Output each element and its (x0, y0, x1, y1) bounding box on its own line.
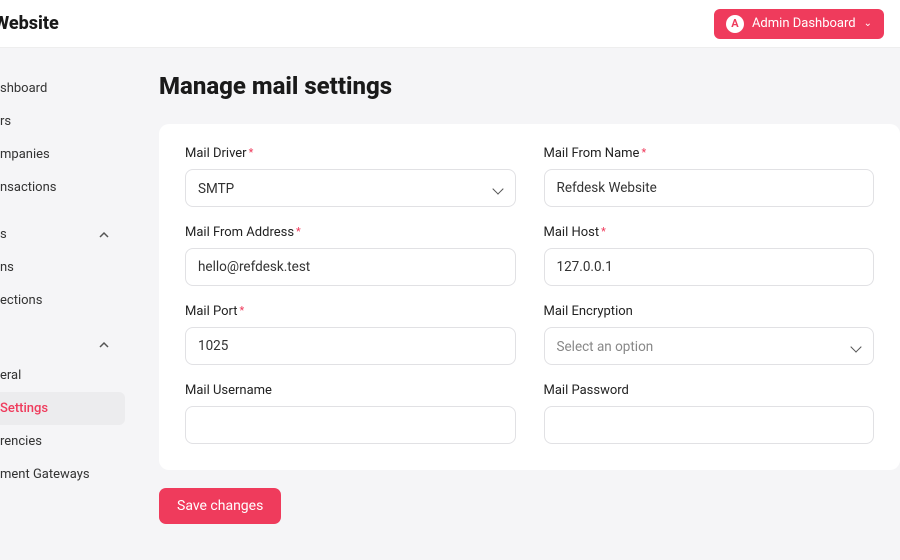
sidebar-item-plans[interactable]: ns (0, 251, 125, 284)
input-mail-from-address[interactable] (185, 248, 516, 286)
field-mail-host: Mail Host (544, 225, 875, 286)
chevron-down-icon: ⌄ (864, 18, 872, 29)
label-mail-host: Mail Host (544, 225, 875, 240)
field-mail-encryption: Mail Encryption Select an option (544, 304, 875, 365)
input-mail-username[interactable] (185, 406, 516, 444)
label-mail-password: Mail Password (544, 383, 875, 398)
field-mail-from-name: Mail From Name (544, 146, 875, 207)
chevron-up-icon (99, 230, 109, 240)
admin-dashboard-menu[interactable]: A Admin Dashboard ⌄ (714, 9, 884, 39)
sidebar-item-payment-gateways[interactable]: ment Gateways (0, 458, 125, 491)
main-content: Manage mail settings Mail Driver SMTP Ma… (125, 48, 900, 560)
input-mail-password[interactable] (544, 406, 875, 444)
field-mail-from-address: Mail From Address (185, 225, 516, 286)
sidebar-item-users[interactable]: rs (0, 105, 125, 138)
field-mail-username: Mail Username (185, 383, 516, 444)
sidebar-item-currencies[interactable]: rencies (0, 425, 125, 458)
chevron-up-icon (99, 340, 109, 350)
sidebar-item-general[interactable]: eral (0, 359, 125, 392)
page-title: Manage mail settings (159, 72, 900, 100)
sidebar-item-transactions[interactable]: nsactions (0, 171, 125, 204)
sidebar-group-settings[interactable] (0, 331, 125, 359)
field-mail-port: Mail Port (185, 304, 516, 365)
label-mail-from-name: Mail From Name (544, 146, 875, 161)
label-mail-driver: Mail Driver (185, 146, 516, 161)
app-header: sk Website A Admin Dashboard ⌄ (0, 0, 900, 48)
sidebar-item-companies[interactable]: mpanies (0, 138, 125, 171)
input-mail-port[interactable] (185, 327, 516, 365)
select-mail-encryption[interactable]: Select an option (544, 327, 875, 365)
label-mail-username: Mail Username (185, 383, 516, 398)
field-mail-driver: Mail Driver SMTP (185, 146, 516, 207)
sidebar-item-dashboard[interactable]: shboard (0, 72, 125, 105)
label-mail-port: Mail Port (185, 304, 516, 319)
sidebar-group-plans[interactable]: s (0, 218, 125, 251)
settings-card: Mail Driver SMTP Mail From Name Mail Fro… (159, 124, 900, 470)
input-mail-host[interactable] (544, 248, 875, 286)
label-mail-encryption: Mail Encryption (544, 304, 875, 319)
save-button[interactable]: Save changes (159, 488, 281, 524)
select-mail-driver[interactable]: SMTP (185, 169, 516, 207)
input-mail-from-name[interactable] (544, 169, 875, 207)
avatar: A (726, 15, 744, 33)
app-logo: sk Website (0, 13, 59, 34)
field-mail-password: Mail Password (544, 383, 875, 444)
admin-label: Admin Dashboard (752, 16, 856, 31)
sidebar: shboard rs mpanies nsactions s ns ection… (0, 48, 125, 560)
sidebar-item-mail-settings[interactable]: Settings (0, 392, 125, 425)
label-mail-from-address: Mail From Address (185, 225, 516, 240)
sidebar-item-sections[interactable]: ections (0, 284, 125, 317)
